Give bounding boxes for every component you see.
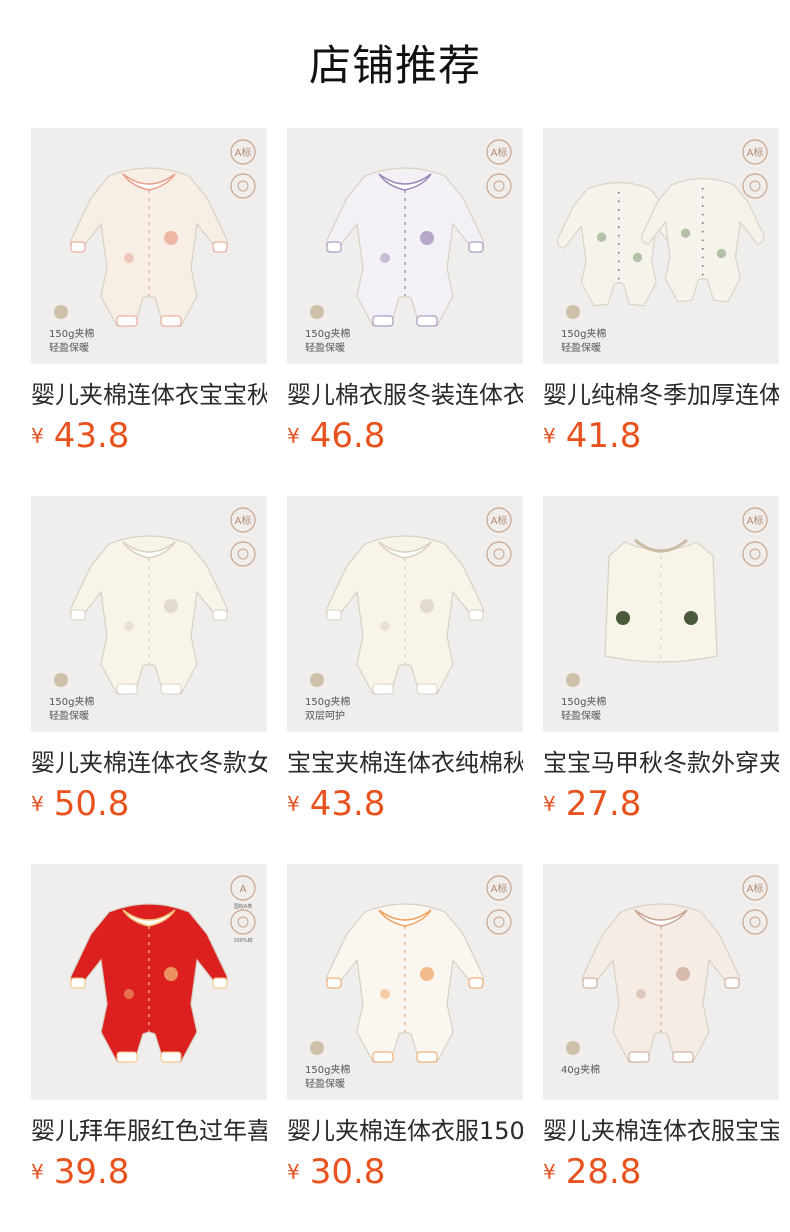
product-name[interactable]: 婴儿纯棉冬季加厚连体衣 [543, 378, 779, 412]
svg-text:150g夹棉: 150g夹棉 [305, 327, 350, 340]
currency-symbol: ¥ [31, 792, 44, 816]
product-card[interactable]: A标 150g夹棉轻盈保暖婴儿夹棉连体衣冬款女宝 ¥50.8 [31, 496, 267, 836]
product-name[interactable]: 婴儿夹棉连体衣服150g [287, 1114, 523, 1148]
product-card[interactable]: A标 150g夹棉 轻盈保暖婴儿棉衣服冬装连体衣 ¥46.8 [287, 128, 523, 468]
svg-text:轻盈保暖: 轻盈保暖 [49, 709, 89, 722]
price-amount: 28.8 [565, 1152, 642, 1192]
product-image[interactable]: A标 150g夹棉 双层呵护 [287, 496, 523, 732]
svg-text:150g夹棉: 150g夹棉 [305, 1063, 350, 1076]
svg-text:150g夹棉: 150g夹棉 [561, 327, 606, 340]
currency-symbol: ¥ [543, 424, 556, 448]
svg-text:A标: A标 [747, 147, 764, 159]
currency-symbol: ¥ [543, 1160, 556, 1184]
svg-text:A标: A标 [491, 883, 508, 895]
svg-text:双层呵护: 双层呵护 [305, 709, 345, 722]
product-name[interactable]: 婴儿夹棉连体衣冬款女宝 [31, 746, 267, 780]
product-price: ¥43.8 [287, 784, 385, 828]
product-card[interactable]: A标 150g夹棉 轻盈保暖婴儿夹棉连体衣服150g ¥30.8 [287, 864, 523, 1204]
svg-text:A: A [240, 884, 247, 895]
currency-symbol: ¥ [287, 792, 300, 816]
svg-text:150g夹棉: 150g夹棉 [305, 695, 350, 708]
product-image[interactable]: A 国标A类 100%棉 [31, 864, 267, 1100]
price-amount: 30.8 [309, 1152, 386, 1192]
svg-text:A标: A标 [747, 883, 764, 895]
svg-text:轻盈保暖: 轻盈保暖 [561, 341, 601, 354]
product-name[interactable]: 婴儿棉衣服冬装连体衣 [287, 378, 523, 412]
product-price: ¥41.8 [543, 416, 641, 460]
product-image[interactable]: A标 150g夹棉 轻盈保暖 [543, 128, 779, 364]
svg-text:40g夹棉: 40g夹棉 [561, 1063, 600, 1076]
product-name[interactable]: 婴儿夹棉连体衣服宝宝秋 [543, 1114, 779, 1148]
price-amount: 43.8 [53, 416, 130, 456]
product-price: ¥50.8 [31, 784, 129, 828]
currency-symbol: ¥ [31, 424, 44, 448]
currency-symbol: ¥ [31, 1160, 44, 1184]
product-card[interactable]: A标 150g夹棉轻盈保暖婴儿夹棉连体衣宝宝秋冬 ¥43.8 [31, 128, 267, 468]
product-price: ¥43.8 [31, 416, 129, 460]
svg-text:A标: A标 [235, 515, 252, 527]
product-card[interactable]: A标 150g夹棉轻盈保暖婴儿纯棉冬季加厚连体衣 ¥41.8 [543, 128, 779, 468]
svg-text:150g夹棉: 150g夹棉 [49, 327, 94, 340]
price-amount: 39.8 [53, 1152, 130, 1192]
product-price: ¥39.8 [31, 1152, 129, 1196]
svg-text:国标A类: 国标A类 [234, 903, 252, 910]
price-amount: 27.8 [565, 784, 642, 824]
svg-text:A标: A标 [235, 147, 252, 159]
svg-text:轻盈保暖: 轻盈保暖 [561, 709, 601, 722]
product-price: ¥27.8 [543, 784, 641, 828]
product-image[interactable]: A标 150g夹棉 轻盈保暖 [287, 128, 523, 364]
price-amount: 46.8 [309, 416, 386, 456]
garment-illustration [604, 538, 718, 663]
product-image[interactable]: A标 150g夹棉 轻盈保暖 [287, 864, 523, 1100]
product-card[interactable]: A标 150g夹棉双层呵护宝宝夹棉连体衣纯棉秋冬 ¥43.8 [287, 496, 523, 836]
svg-text:轻盈保暖: 轻盈保暖 [305, 1077, 345, 1090]
product-card[interactable]: A标 40g夹棉婴儿夹棉连体衣服宝宝秋 ¥28.8 [543, 864, 779, 1204]
page-title: 店铺推荐 [308, 41, 481, 90]
currency-symbol: ¥ [287, 424, 300, 448]
svg-text:A标: A标 [747, 515, 764, 527]
product-name[interactable]: 婴儿拜年服红色过年喜庆 [31, 1114, 267, 1148]
product-name[interactable]: 婴儿夹棉连体衣宝宝秋冬 [31, 378, 267, 412]
product-price: ¥28.8 [543, 1152, 641, 1196]
product-price: ¥46.8 [287, 416, 385, 460]
product-card[interactable]: A标 150g夹棉轻盈保暖宝宝马甲秋冬款外穿夹棉 ¥27.8 [543, 496, 779, 836]
svg-text:150g夹棉: 150g夹棉 [49, 695, 94, 708]
product-image[interactable]: A标 150g夹棉 轻盈保暖 [31, 496, 267, 732]
svg-text:A标: A标 [491, 515, 508, 527]
product-image[interactable]: A标 150g夹棉 轻盈保暖 [543, 496, 779, 732]
svg-text:100%棉: 100%棉 [233, 937, 252, 944]
svg-text:轻盈保暖: 轻盈保暖 [305, 341, 345, 354]
price-amount: 41.8 [565, 416, 642, 456]
svg-text:A标: A标 [491, 147, 508, 159]
product-card[interactable]: A 国标A类 100%棉婴儿拜年服红色过年喜庆 ¥39.8 [31, 864, 267, 1204]
product-image[interactable]: A标 150g夹棉 轻盈保暖 [31, 128, 267, 364]
product-name[interactable]: 宝宝马甲秋冬款外穿夹棉 [543, 746, 779, 780]
price-amount: 50.8 [53, 784, 130, 824]
currency-symbol: ¥ [543, 792, 556, 816]
currency-symbol: ¥ [287, 1160, 300, 1184]
svg-text:轻盈保暖: 轻盈保暖 [49, 341, 89, 354]
price-amount: 43.8 [309, 784, 386, 824]
svg-text:150g夹棉: 150g夹棉 [561, 695, 606, 708]
product-name[interactable]: 宝宝夹棉连体衣纯棉秋冬 [287, 746, 523, 780]
product-price: ¥30.8 [287, 1152, 385, 1196]
product-image[interactable]: A标 40g夹棉 [543, 864, 779, 1100]
